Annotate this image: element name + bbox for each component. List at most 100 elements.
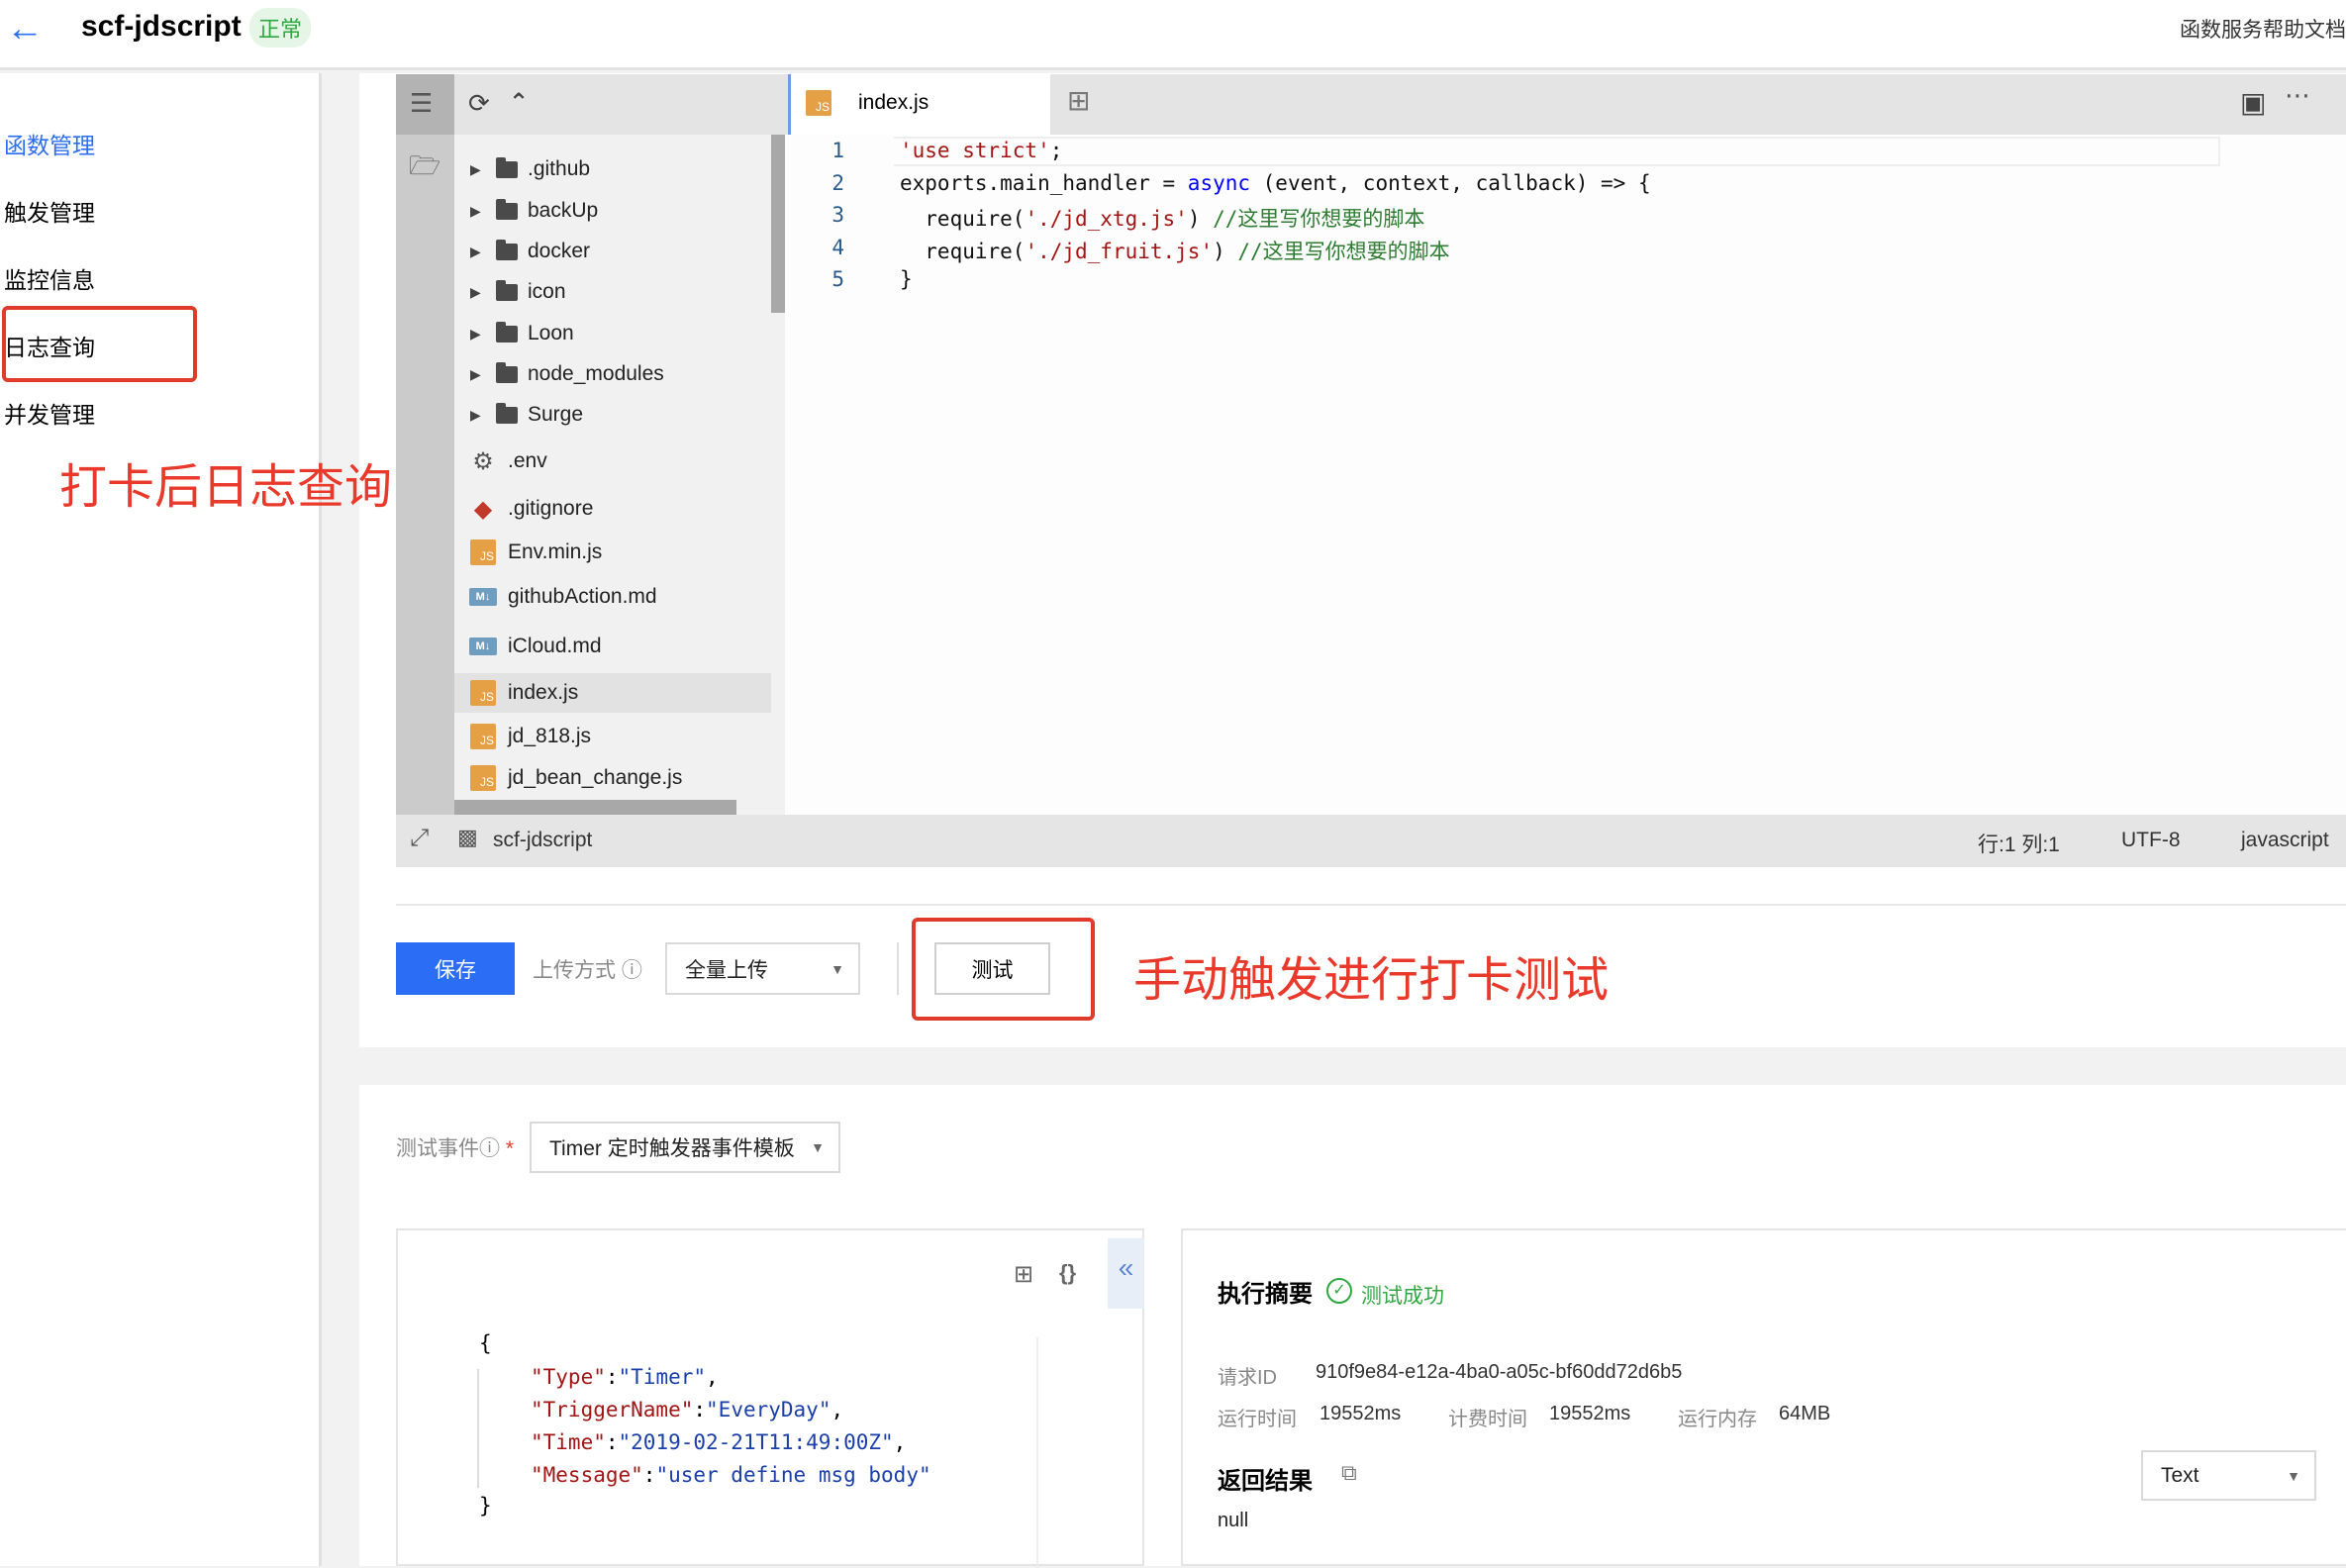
collapse-icon[interactable]: « <box>1108 1238 1144 1309</box>
sidebar-item-concurrency[interactable]: 并发管理 <box>4 396 95 430</box>
function-title: scf-jdscript <box>81 10 242 43</box>
current-line-highlight <box>894 137 2220 166</box>
file-name: iCloud.md <box>508 635 602 657</box>
json-line: "Type":"Timer", <box>531 1365 719 1389</box>
sidebar-item-functions[interactable]: 函数管理 <box>4 127 95 160</box>
caret-down-icon: ▼ <box>831 960 844 977</box>
file-name: Env.min.js <box>508 540 603 563</box>
return-title: 返回结果 <box>1218 1468 1313 1495</box>
editor-icon-strip: ☰ 🗁 <box>396 74 454 815</box>
caret-down-icon: ▼ <box>811 1139 825 1155</box>
caret-down-icon: ▼ <box>2287 1467 2300 1484</box>
cursor-position: 行:1 列:1 <box>1978 833 2060 856</box>
code-line: 'use strict'; <box>900 139 1063 162</box>
file-tree-item[interactable]: ⚙ .env <box>454 441 771 481</box>
file-tree-item[interactable]: ▶ Loon <box>454 314 771 353</box>
markdown-file-icon: M↓ <box>469 637 497 655</box>
arrow-left-icon[interactable]: ← <box>6 8 44 50</box>
new-tab-icon[interactable]: ⊞ <box>1067 84 1090 117</box>
file-tree-item[interactable]: ▶ backUp <box>454 191 771 231</box>
code-line: require('./jd_xtg.js') //这里写你想要的脚本 <box>900 207 1425 231</box>
file-tree-item[interactable]: JS Env.min.js <box>454 533 771 572</box>
expand-icon[interactable]: ⤢ <box>410 825 429 852</box>
file-tree-item[interactable]: ▶ .github <box>454 149 771 189</box>
billed-time-label: 计费时间 <box>1448 1409 1527 1430</box>
horizontal-scrollbar[interactable] <box>454 800 736 815</box>
copy-icon[interactable]: ⧉ <box>1341 1460 1357 1486</box>
folder-icon <box>496 361 518 383</box>
file-tree-item[interactable]: ▶ docker <box>454 232 771 271</box>
format-value: Text <box>2161 1463 2199 1487</box>
encoding[interactable]: UTF-8 <box>2121 829 2181 852</box>
format-select[interactable]: Text ▼ <box>2141 1450 2316 1501</box>
refresh-icon[interactable]: ⟳ <box>468 88 490 119</box>
file-name: Surge <box>528 403 584 426</box>
caret-right-icon[interactable]: ▶ <box>470 244 484 260</box>
js-file-icon: JS <box>806 90 831 116</box>
annotation-manual-test: 手动触发进行打卡测试 <box>1133 954 1610 1007</box>
tree-view-icon[interactable]: ☰ <box>410 88 433 119</box>
caret-right-icon[interactable]: ▶ <box>470 407 484 424</box>
file-tree-item[interactable]: JS jd_818.js <box>454 717 771 756</box>
event-json-editor[interactable]: ⊞ {} « { "Type":"Timer", "TriggerName":"… <box>396 1228 1144 1568</box>
file-name: .env <box>508 449 547 472</box>
file-tree-item[interactable]: M↓ githubAction.md <box>454 577 771 617</box>
check-circle-icon: ✓ <box>1326 1278 1352 1304</box>
folder-open-icon[interactable]: 🗁 <box>409 147 440 191</box>
git-icon: ◆ <box>473 495 493 523</box>
line-number: 3 <box>831 203 844 227</box>
request-id: 910f9e84-e12a-4ba0-a05c-bf60dd72d6b5 <box>1316 1361 1683 1383</box>
request-id-label: 请求ID <box>1218 1367 1277 1389</box>
file-tree-item[interactable]: ◆ .gitignore <box>454 489 771 529</box>
divider <box>396 904 2346 906</box>
language-mode[interactable]: javascript <box>2241 829 2329 852</box>
file-tree-item[interactable]: ▶ Surge <box>454 395 771 435</box>
json-line: "Time":"2019-02-21T11:49:00Z", <box>531 1430 907 1454</box>
save-button[interactable]: 保存 <box>396 942 515 995</box>
tab-index-js[interactable]: JS index.js <box>788 74 1050 135</box>
test-event-select[interactable]: Timer 定时触发器事件模板 ▼ <box>530 1122 840 1173</box>
file-tree-header: ⟳ ⌃ <box>454 74 785 135</box>
test-event-value: Timer 定时触发器事件模板 <box>549 1137 795 1160</box>
project-name: scf-jdscript <box>493 829 593 851</box>
caret-right-icon[interactable]: ▶ <box>470 366 484 383</box>
save-template-icon[interactable]: ⊞ <box>1014 1260 1033 1289</box>
code-line: exports.main_handler = async (event, con… <box>900 170 1651 195</box>
info-icon[interactable]: ⓘ <box>479 1137 500 1160</box>
format-json-icon[interactable]: {} <box>1059 1260 1076 1286</box>
help-link[interactable]: 函数服务帮助文档 <box>2180 14 2346 44</box>
run-time: 19552ms <box>1320 1403 1402 1424</box>
folder-icon <box>496 402 518 424</box>
annotation-log-query: 打卡后日志查询 <box>59 461 393 514</box>
more-icon[interactable]: ⋯ <box>2285 80 2310 111</box>
file-tree-item[interactable]: M↓ iCloud.md <box>454 627 771 666</box>
caret-right-icon[interactable]: ▶ <box>470 203 484 220</box>
line-number: 2 <box>831 170 844 195</box>
sidebar-item-triggers[interactable]: 触发管理 <box>4 194 95 228</box>
folder-icon <box>496 198 518 220</box>
info-icon[interactable]: ⓘ <box>622 959 642 982</box>
chevron-up-icon[interactable]: ⌃ <box>509 88 529 117</box>
js-file-icon: JS <box>470 680 496 706</box>
file-tree-item[interactable]: JS jd_bean_change.js <box>454 758 771 798</box>
file-tree-item[interactable]: ▶ icon <box>454 272 771 312</box>
code-area[interactable]: 1 'use strict'; 2 exports.main_handler = as… <box>785 135 2346 815</box>
caret-right-icon[interactable]: ▶ <box>470 326 484 343</box>
upload-method-text: 上传方式 <box>533 959 616 982</box>
upload-method-select[interactable]: 全量上传 ▼ <box>665 942 860 995</box>
sidebar-item-monitoring[interactable]: 监控信息 <box>4 261 95 295</box>
json-line: { <box>479 1331 492 1355</box>
caret-right-icon[interactable]: ▶ <box>470 284 484 301</box>
file-name: jd_bean_change.js <box>508 766 683 789</box>
window-icon[interactable]: ▣ <box>2240 86 2266 119</box>
run-time-label: 运行时间 <box>1218 1409 1297 1430</box>
file-tree-item[interactable]: JS index.js <box>454 673 771 713</box>
caret-right-icon[interactable]: ▶ <box>470 161 484 178</box>
file-tree-item[interactable]: ▶ node_modules <box>454 354 771 394</box>
header: ← scf-jdscript 正常 函数服务帮助文档 <box>0 0 2346 70</box>
vertical-scrollbar[interactable] <box>771 135 785 313</box>
editor-status-bar: ⤢ ▩ scf-jdscript 行:1 列:1 UTF-8 javascrip… <box>396 815 2346 867</box>
js-file-icon: JS <box>470 539 496 565</box>
billed-time: 19552ms <box>1549 1403 1631 1424</box>
return-value: null <box>1218 1510 1249 1531</box>
